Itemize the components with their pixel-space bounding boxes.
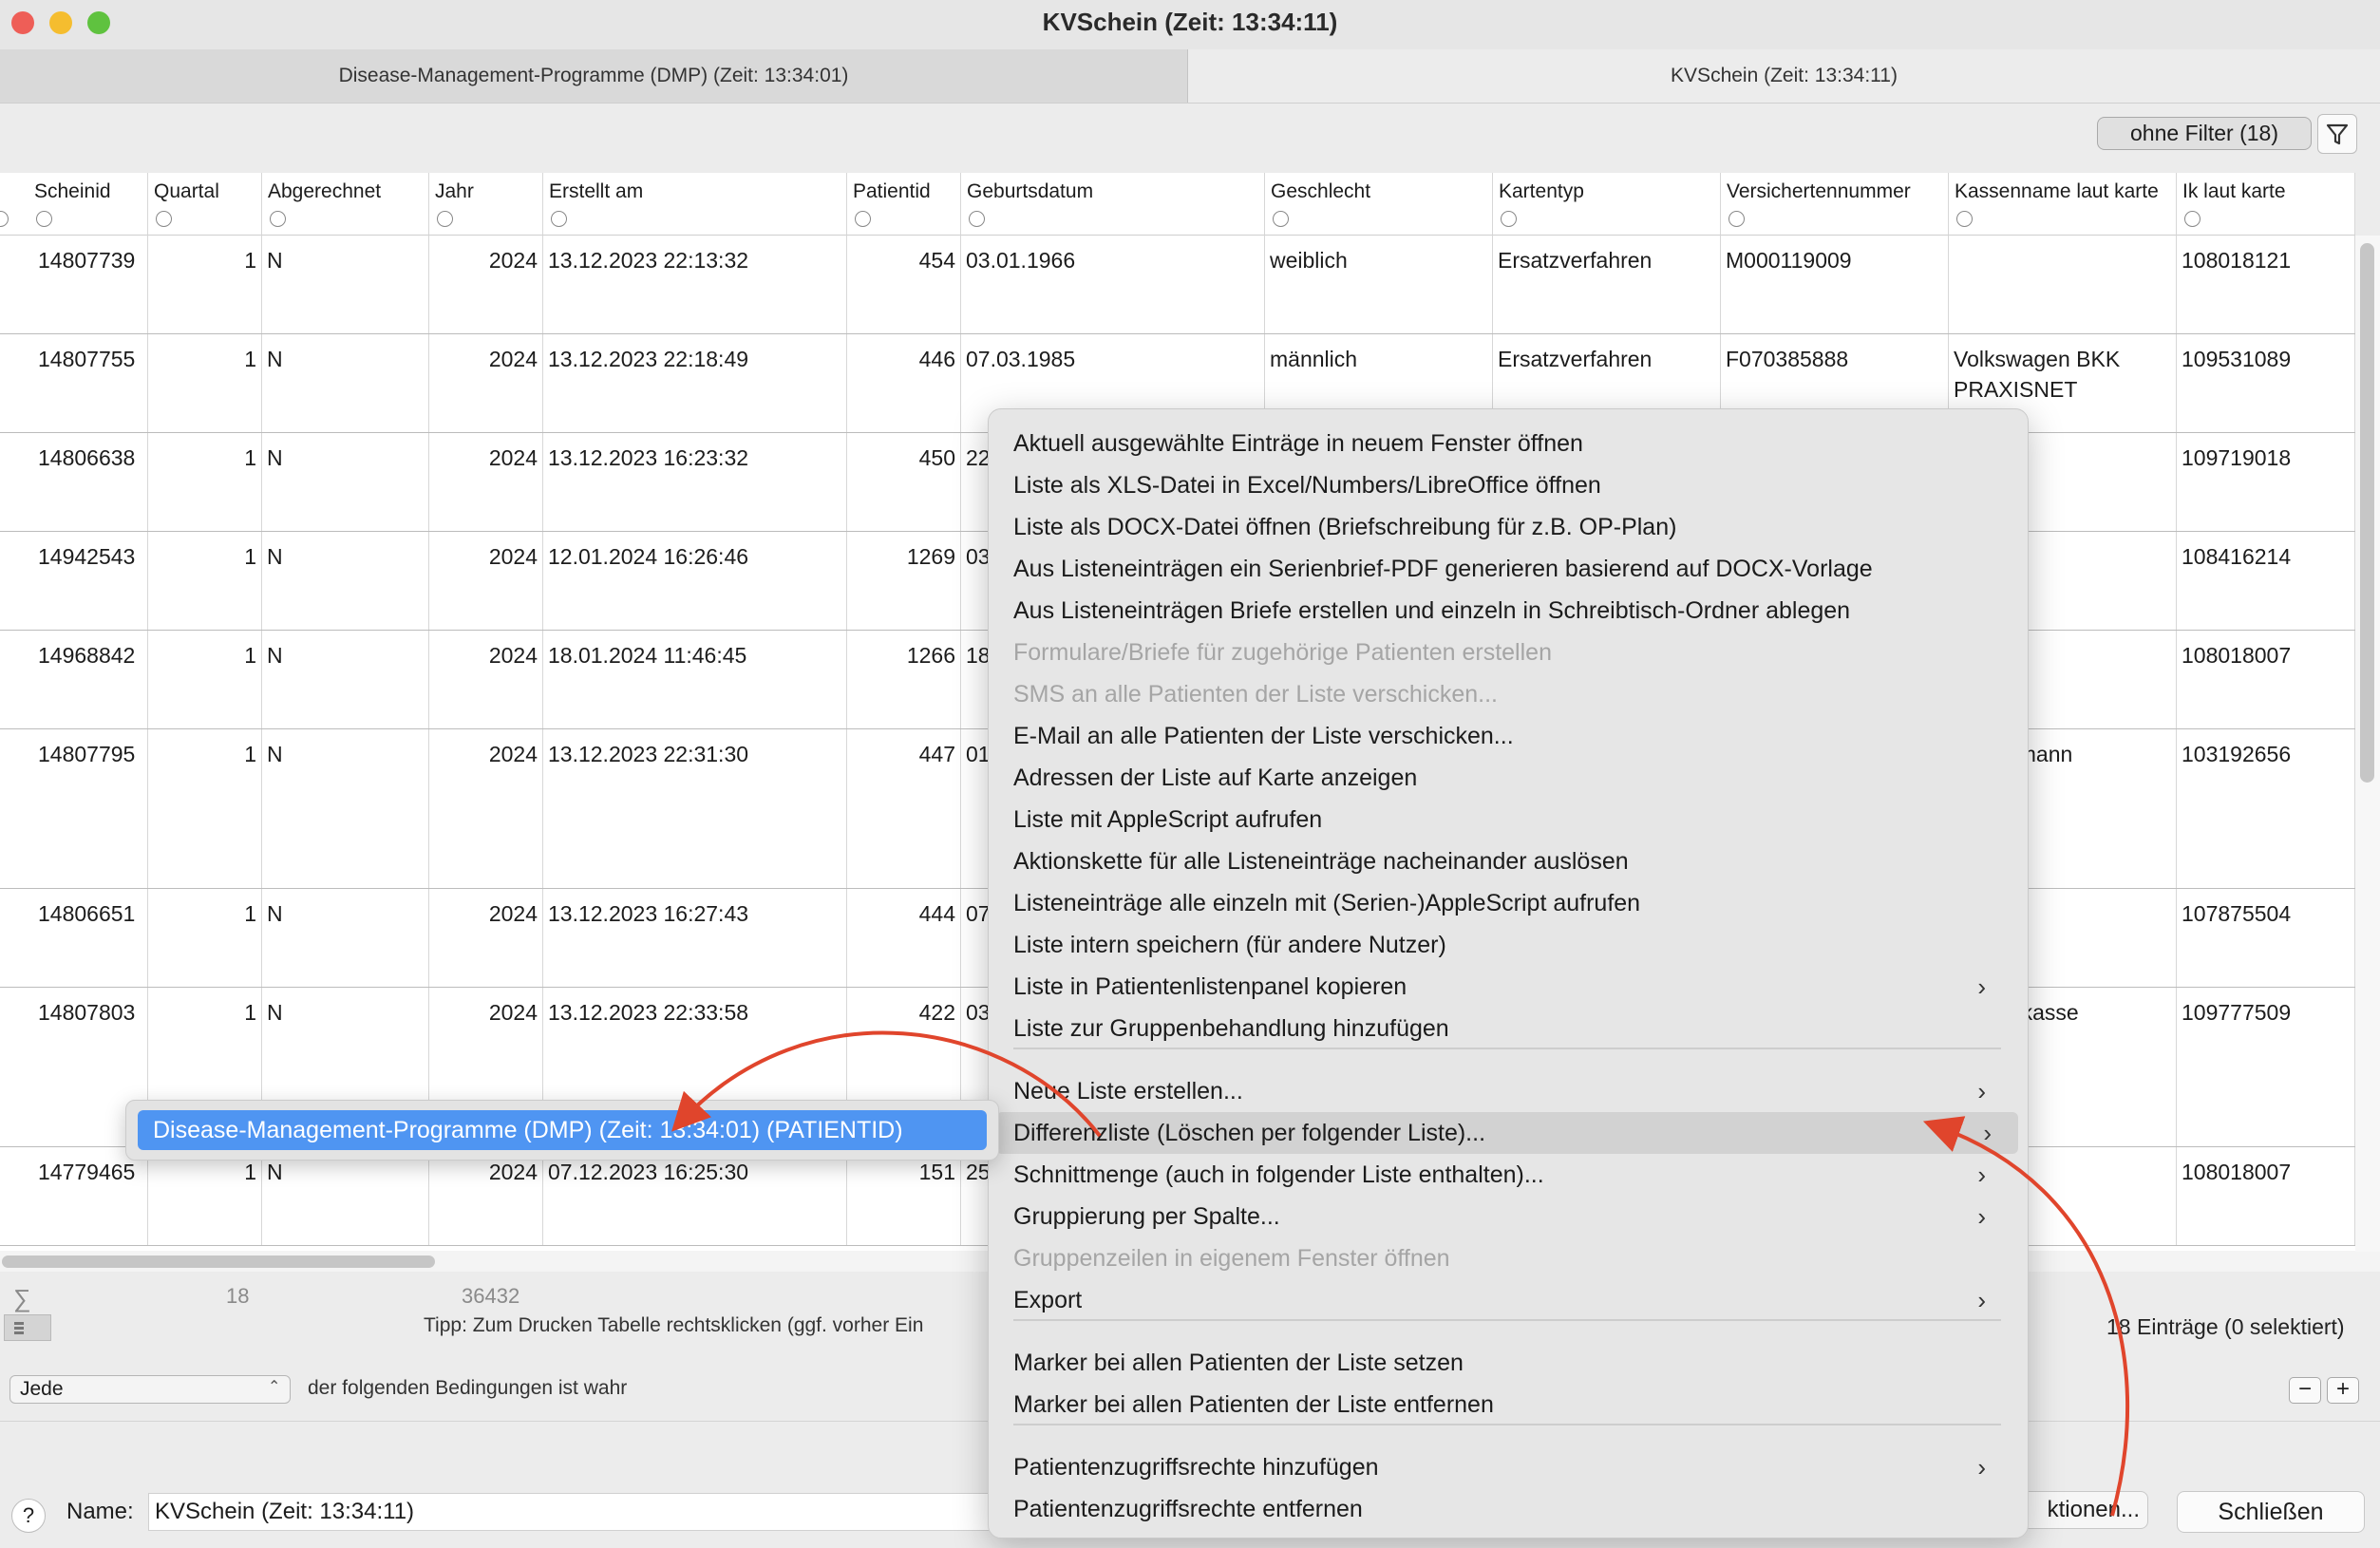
annotation-arrows <box>671 1030 2129 1517</box>
arrow-to-differenzliste <box>1922 1116 2129 1517</box>
arrow-to-submenu <box>671 1030 1102 1138</box>
